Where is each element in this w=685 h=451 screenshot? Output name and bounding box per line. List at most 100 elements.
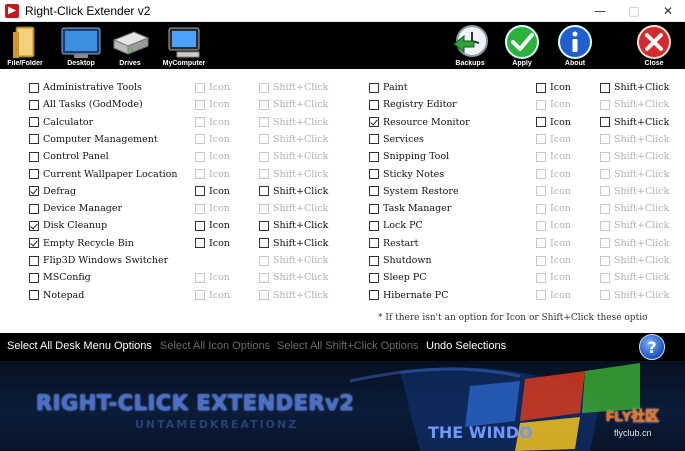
option-checkbox[interactable] [29,255,39,266]
shift-click-option[interactable]: Shift+Click [259,131,328,148]
shift-click-option[interactable]: Shift+Click [600,252,669,269]
icon-checkbox[interactable] [195,117,205,128]
icon-option[interactable]: Icon [195,96,230,113]
shift-click-checkbox[interactable] [259,255,269,266]
icon-checkbox[interactable] [195,220,205,231]
icon-option[interactable]: Icon [536,148,571,165]
icon-option[interactable]: Icon [195,287,230,304]
select-all-icon-button[interactable]: Select All Icon Options [160,340,270,352]
shift-click-checkbox[interactable] [600,290,610,301]
shift-click-checkbox[interactable] [259,169,269,179]
shift-click-option[interactable]: Shift+Click [259,269,328,286]
icon-option[interactable]: Icon [195,148,230,165]
undo-selections-button[interactable]: Undo Selections [426,340,506,352]
about-button[interactable]: About [554,22,596,69]
option-checkbox[interactable] [29,290,39,301]
option-row[interactable]: Defrag [29,183,76,200]
shift-click-checkbox[interactable] [600,220,610,231]
shift-click-checkbox[interactable] [600,117,610,128]
icon-option[interactable]: Icon [536,79,571,96]
option-row[interactable]: Control Panel [29,148,109,165]
option-row[interactable]: Hibernate PC [369,287,448,304]
option-row[interactable]: Sticky Notes [369,166,444,183]
drives-button[interactable]: Drives [108,22,152,69]
shift-click-option[interactable]: Shift+Click [259,166,328,183]
shift-click-option[interactable]: Shift+Click [259,183,328,200]
icon-checkbox[interactable] [195,186,205,197]
option-row[interactable]: Shutdown [369,252,432,269]
icon-checkbox[interactable] [536,290,546,301]
option-checkbox[interactable] [369,169,379,179]
icon-option[interactable]: Icon [195,269,230,286]
option-row[interactable]: Restart [369,235,419,252]
option-checkbox[interactable] [29,151,39,162]
shift-click-option[interactable]: Shift+Click [600,79,669,96]
shift-click-option[interactable]: Shift+Click [259,114,328,131]
option-checkbox[interactable] [29,220,39,231]
icon-checkbox[interactable] [195,238,205,249]
shift-click-checkbox[interactable] [600,272,610,283]
option-row[interactable]: MSConfig [29,269,91,286]
shift-click-checkbox[interactable] [259,203,269,214]
icon-checkbox[interactable] [536,220,546,231]
option-row[interactable]: Disk Cleanup [29,217,107,234]
shift-click-checkbox[interactable] [600,255,610,266]
shift-click-option[interactable]: Shift+Click [600,235,669,252]
option-row[interactable]: Snipping Tool [369,148,449,165]
icon-option[interactable]: Icon [536,235,571,252]
shift-click-checkbox[interactable] [600,82,610,93]
option-checkbox[interactable] [369,82,379,93]
option-row[interactable]: Current Wallpaper Location [29,166,177,183]
select-all-shift-button[interactable]: Select All Shift+Click Options [277,340,419,352]
option-row[interactable]: All Tasks (GodMode) [29,96,143,113]
icon-checkbox[interactable] [195,151,205,162]
icon-option[interactable]: Icon [536,200,571,217]
option-checkbox[interactable] [369,255,379,266]
icon-option[interactable]: Icon [195,200,230,217]
option-row[interactable]: Lock PC [369,217,423,234]
shift-click-option[interactable]: Shift+Click [600,114,669,131]
icon-checkbox[interactable] [195,99,205,110]
close-window-button[interactable]: ✕ [651,0,685,22]
icon-option[interactable]: Icon [195,183,230,200]
option-checkbox[interactable] [29,134,39,145]
icon-checkbox[interactable] [536,82,546,93]
icon-checkbox[interactable] [536,203,546,214]
option-checkbox[interactable] [369,272,379,283]
shift-click-checkbox[interactable] [600,99,610,110]
option-row[interactable]: System Restore [369,183,459,200]
option-row[interactable]: Sleep PC [369,269,427,286]
shift-click-option[interactable]: Shift+Click [600,166,669,183]
option-checkbox[interactable] [369,151,379,162]
icon-checkbox[interactable] [195,169,205,179]
icon-option[interactable]: Icon [536,131,571,148]
option-row[interactable]: Paint [369,79,408,96]
option-row[interactable]: Flip3D Windows Switcher [29,252,168,269]
file-folder-button[interactable]: File/Folder [4,22,46,69]
shift-click-checkbox[interactable] [259,99,269,110]
icon-checkbox[interactable] [195,290,205,301]
shift-click-option[interactable]: Shift+Click [259,200,328,217]
minimize-button[interactable]: — [583,0,617,22]
backups-button[interactable]: Backups [448,22,492,69]
icon-option[interactable]: Icon [536,96,571,113]
shift-click-option[interactable]: Shift+Click [600,287,669,304]
shift-click-option[interactable]: Shift+Click [600,200,669,217]
option-row[interactable]: Task Manager [369,200,451,217]
option-checkbox[interactable] [29,169,39,179]
apply-button[interactable]: Apply [501,22,543,69]
icon-checkbox[interactable] [536,238,546,249]
shift-click-option[interactable]: Shift+Click [600,217,669,234]
shift-click-option[interactable]: Shift+Click [600,269,669,286]
shift-click-option[interactable]: Shift+Click [259,252,328,269]
icon-checkbox[interactable] [195,134,205,145]
shift-click-checkbox[interactable] [259,272,269,283]
option-row[interactable]: Registry Editor [369,96,457,113]
shift-click-checkbox[interactable] [259,82,269,93]
icon-checkbox[interactable] [195,272,205,283]
icon-option[interactable]: Icon [536,166,571,183]
select-all-desk-button[interactable]: Select All Desk Menu Options [7,340,152,352]
icon-option[interactable]: Icon [536,269,571,286]
icon-checkbox[interactable] [536,255,546,266]
option-row[interactable]: Computer Management [29,131,158,148]
